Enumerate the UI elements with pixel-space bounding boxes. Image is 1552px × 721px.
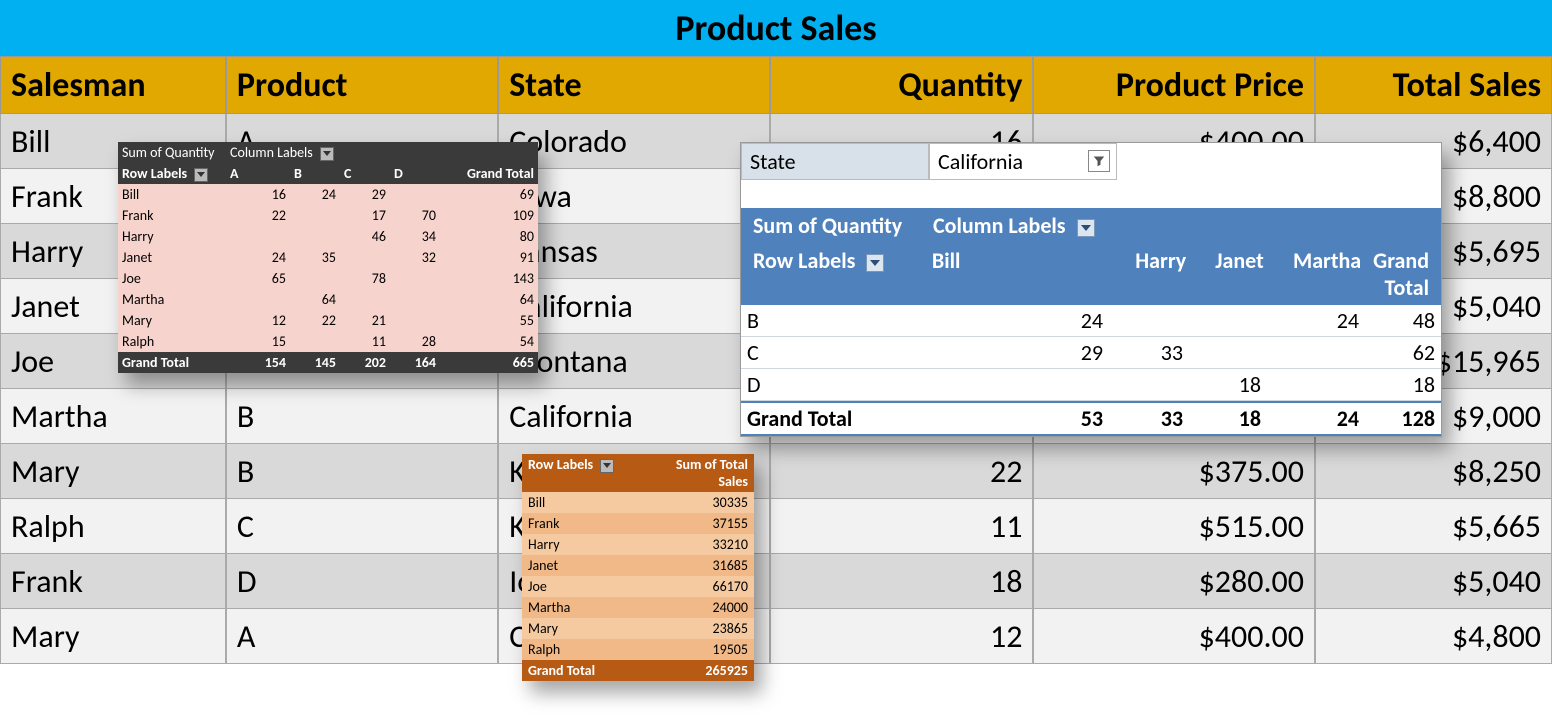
table-row[interactable]: Frank37155 bbox=[522, 513, 754, 534]
column-header-row: Salesman Product State Quantity Product … bbox=[0, 57, 1552, 114]
table-row[interactable]: Janet31685 bbox=[522, 555, 754, 576]
table-row[interactable]: Joe6578143 bbox=[118, 268, 538, 289]
col-state[interactable]: State bbox=[498, 57, 770, 114]
col-total[interactable]: Total Sales bbox=[1315, 57, 1552, 114]
col-product[interactable]: Product bbox=[226, 57, 498, 114]
dropdown-icon[interactable] bbox=[1077, 219, 1095, 237]
table-row[interactable]: Martha6464 bbox=[118, 289, 538, 310]
table-row[interactable]: Joe66170 bbox=[522, 576, 754, 597]
table-row[interactable]: Mary23865 bbox=[522, 618, 754, 639]
pivot-qty-by-salesman-product[interactable]: Sum of Quantity Column Labels Row Labels… bbox=[118, 142, 538, 373]
col-price[interactable]: Product Price bbox=[1033, 57, 1315, 114]
dropdown-icon[interactable] bbox=[866, 254, 884, 272]
col-salesman[interactable]: Salesman bbox=[0, 57, 226, 114]
dropdown-icon[interactable] bbox=[320, 147, 334, 161]
table-row[interactable]: Frank221770109 bbox=[118, 205, 538, 226]
pivot1-row-label: Row Labels bbox=[122, 165, 187, 182]
table-row[interactable]: Martha24000 bbox=[522, 597, 754, 618]
filter-field[interactable]: State bbox=[741, 143, 929, 180]
table-row[interactable]: Harry463480 bbox=[118, 226, 538, 247]
table-row[interactable]: Bill16242969 bbox=[118, 184, 538, 205]
pivot1-col-label: Column Labels bbox=[230, 144, 313, 161]
filter-icon[interactable] bbox=[1088, 150, 1110, 172]
pivot-qty-california[interactable]: State California Sum of Quantity Column … bbox=[740, 142, 1442, 437]
page-title: Product Sales bbox=[0, 0, 1552, 57]
pivot-total-sales-by-salesman[interactable]: Row Labels Sum of Total Sales Bill30335F… bbox=[522, 454, 754, 681]
table-row[interactable]: Ralph19505 bbox=[522, 639, 754, 660]
table-row[interactable]: C293362 bbox=[741, 337, 1441, 369]
col-quantity[interactable]: Quantity bbox=[770, 57, 1033, 114]
table-row[interactable]: Mary12222155 bbox=[118, 310, 538, 331]
table-row[interactable]: D1818 bbox=[741, 369, 1441, 401]
dropdown-icon[interactable] bbox=[600, 459, 614, 473]
pivot1-sum-label: Sum of Quantity bbox=[118, 142, 226, 163]
table-row[interactable]: FrankDIowa18$280.00$5,040 bbox=[0, 554, 1552, 609]
table-row[interactable]: Ralph15112854 bbox=[118, 331, 538, 352]
table-row[interactable]: Harry33210 bbox=[522, 534, 754, 555]
dropdown-icon[interactable] bbox=[194, 168, 208, 182]
table-row[interactable]: MaryBKansas22$375.00$8,250 bbox=[0, 444, 1552, 499]
table-row[interactable]: B242448 bbox=[741, 305, 1441, 337]
table-row[interactable]: Janet24353291 bbox=[118, 247, 538, 268]
filter-value[interactable]: California bbox=[929, 143, 1117, 180]
table-row[interactable]: RalphCKansas11$515.00$5,665 bbox=[0, 499, 1552, 554]
table-row[interactable]: Bill30335 bbox=[522, 492, 754, 513]
table-row[interactable]: MaryAColorado12$400.00$4,800 bbox=[0, 609, 1552, 664]
